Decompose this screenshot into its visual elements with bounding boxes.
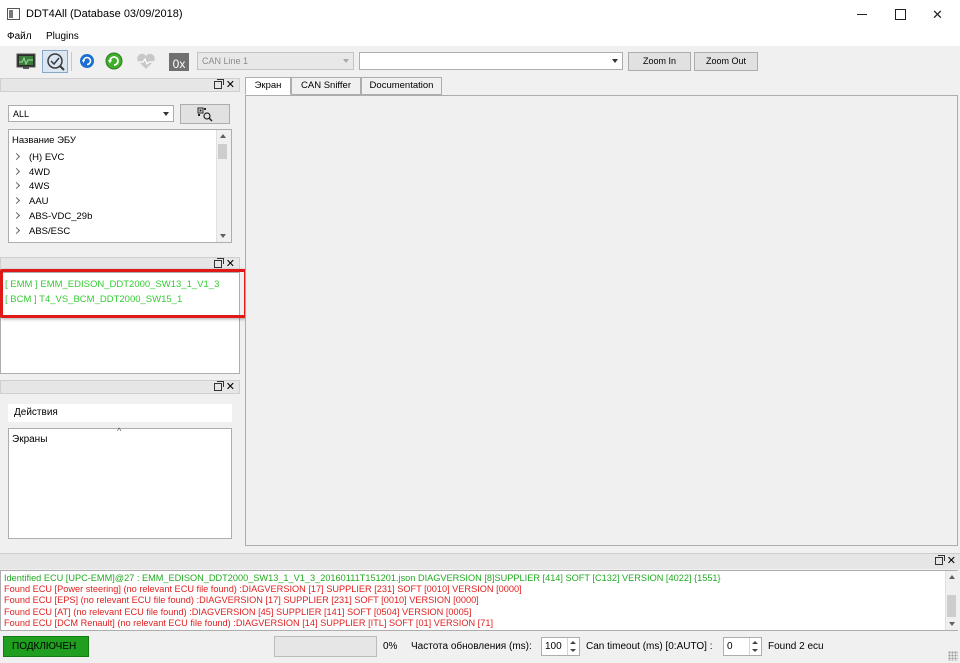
hex-button[interactable]: 0x bbox=[166, 50, 192, 73]
log-dock-title: ✕ bbox=[0, 553, 960, 569]
scan-ecu-icon bbox=[47, 53, 65, 71]
log-line: Found ECU [DCM Renault] (no relevant ECU… bbox=[4, 618, 493, 628]
app-icon bbox=[7, 8, 20, 20]
resize-grip-icon[interactable] bbox=[948, 651, 958, 661]
log-line: Found ECU [Power steering] (no relevant … bbox=[4, 584, 522, 594]
float-icon[interactable] bbox=[935, 555, 945, 565]
title-bar: DDT4All (Database 03/09/2018) ✕ bbox=[0, 0, 960, 29]
tree-item-label: AAU bbox=[29, 196, 49, 207]
ecu-tree[interactable]: Название ЭБУ (H) EVC 4WD 4WS AAU ABS-VDC… bbox=[8, 129, 232, 243]
progress-text: 0% bbox=[383, 641, 398, 652]
chevron-down-icon bbox=[163, 112, 169, 116]
toolbar: 0x CAN Line 1 Zoom In Zoom Out bbox=[0, 47, 960, 75]
log-line: Found ECU [EPS] (no relevant ECU file fo… bbox=[4, 595, 479, 605]
screen-select[interactable] bbox=[359, 52, 623, 70]
scroll-thumb[interactable] bbox=[947, 595, 956, 617]
scroll-up-icon[interactable] bbox=[949, 575, 955, 579]
ecu-dock-title: ✕ bbox=[0, 78, 240, 92]
can-line-select[interactable]: CAN Line 1 bbox=[197, 52, 354, 70]
close-icon[interactable]: ✕ bbox=[226, 380, 235, 394]
heart-monitor-icon bbox=[137, 53, 155, 69]
close-icon[interactable]: ✕ bbox=[947, 554, 956, 568]
tree-item-label: ABS/ESC bbox=[29, 226, 71, 237]
connect-monitor-icon bbox=[16, 53, 36, 69]
tab-documentation[interactable]: Documentation bbox=[361, 77, 442, 95]
tab-screen[interactable]: Экран bbox=[245, 77, 291, 95]
connect-monitor-button[interactable] bbox=[13, 50, 39, 73]
chevron-right-icon bbox=[12, 167, 21, 176]
barcode-search-icon bbox=[197, 107, 213, 122]
scroll-thumb[interactable] bbox=[218, 144, 227, 159]
window-title: DDT4All (Database 03/09/2018) bbox=[26, 8, 183, 20]
menu-bar: Файл Plugins bbox=[0, 29, 960, 46]
tree-item-label: 4WS bbox=[29, 181, 50, 192]
chevron-right-icon bbox=[12, 196, 21, 205]
can-line-value: CAN Line 1 bbox=[202, 56, 249, 66]
hex-icon: 0x bbox=[169, 53, 189, 71]
toolbar-separator bbox=[71, 52, 72, 71]
ecu-tree-scrollbar[interactable] bbox=[216, 130, 231, 242]
menu-plugins[interactable]: Plugins bbox=[46, 31, 79, 42]
connection-status: ПОДКЛЮЧЕН bbox=[3, 636, 89, 657]
chevron-down-icon bbox=[612, 59, 618, 63]
actions-dock-title: ✕ bbox=[0, 380, 240, 394]
spin-down-icon[interactable] bbox=[570, 649, 576, 652]
scroll-up-icon[interactable] bbox=[220, 134, 226, 138]
refresh-value: 100 bbox=[545, 641, 562, 652]
actions-header[interactable]: Действия bbox=[8, 404, 232, 422]
scroll-down-icon[interactable] bbox=[949, 622, 955, 626]
spin-up-icon[interactable] bbox=[752, 641, 758, 644]
tree-item-label: ABS-VDC_29b bbox=[29, 211, 93, 222]
log-line: Found ECU [AT] (no relevant ECU file fou… bbox=[4, 607, 472, 617]
timeout-label: Can timeout (ms) [0:AUTO] : bbox=[586, 641, 713, 652]
float-icon[interactable] bbox=[214, 381, 224, 391]
scroll-down-icon[interactable] bbox=[220, 234, 226, 238]
log-output[interactable]: Identified ECU [UPC-EMM]@27 : EMM_EDISON… bbox=[0, 570, 958, 631]
refresh-icon bbox=[80, 54, 94, 68]
timeout-value: 0 bbox=[727, 641, 733, 652]
tree-item-label: 4WD bbox=[29, 167, 51, 178]
zoom-in-button[interactable]: Zoom In bbox=[628, 52, 691, 71]
tree-item-label: (H) EVC bbox=[29, 152, 65, 163]
highlight-annotation bbox=[0, 269, 247, 318]
close-icon[interactable]: ✕ bbox=[226, 78, 235, 92]
ecu-filter-select[interactable]: ALL bbox=[8, 105, 174, 122]
log-scrollbar[interactable] bbox=[945, 571, 958, 630]
refresh-button[interactable] bbox=[74, 50, 100, 73]
ecu-tree-header: Название ЭБУ bbox=[12, 135, 76, 146]
screens-list[interactable]: ^ Экраны bbox=[8, 426, 232, 539]
chevron-up-icon[interactable]: ^ bbox=[117, 426, 121, 436]
log-line: Identified ECU [UPC-EMM]@27 : EMM_EDISON… bbox=[4, 573, 721, 583]
ecu-search-button[interactable] bbox=[180, 104, 230, 124]
ecu-filter-value: ALL bbox=[13, 109, 30, 119]
chevron-right-icon bbox=[12, 152, 21, 161]
reconnect-button[interactable] bbox=[101, 50, 127, 73]
chevron-right-icon bbox=[12, 211, 21, 220]
menu-file[interactable]: Файл bbox=[7, 31, 32, 42]
chevron-down-icon bbox=[343, 59, 349, 63]
float-icon[interactable] bbox=[214, 258, 224, 268]
refresh-spinbox[interactable]: 100 bbox=[541, 637, 580, 656]
scan-ecu-button[interactable] bbox=[42, 50, 68, 73]
chevron-right-icon bbox=[12, 226, 21, 235]
zoom-out-button[interactable]: Zoom Out bbox=[694, 52, 758, 71]
spin-down-icon[interactable] bbox=[752, 649, 758, 652]
float-icon[interactable] bbox=[214, 79, 224, 89]
svg-text:0x: 0x bbox=[173, 57, 186, 71]
screen-view[interactable] bbox=[245, 95, 958, 546]
screens-label: Экраны bbox=[12, 434, 48, 445]
tab-can-sniffer[interactable]: CAN Sniffer bbox=[291, 77, 361, 95]
timeout-spinbox[interactable]: 0 bbox=[723, 637, 762, 656]
refresh-label: Частота обновления (ms): bbox=[411, 641, 532, 652]
reconnect-icon bbox=[105, 52, 123, 70]
status-bar: ПОДКЛЮЧЕН 0% Частота обновления (ms): 10… bbox=[0, 633, 960, 663]
spin-up-icon[interactable] bbox=[570, 641, 576, 644]
progress-bar bbox=[274, 636, 377, 657]
found-count: Found 2 ecu bbox=[768, 641, 824, 652]
close-button[interactable]: ✕ bbox=[915, 0, 960, 29]
heart-monitor-button[interactable] bbox=[133, 50, 159, 73]
chevron-right-icon bbox=[12, 181, 21, 190]
